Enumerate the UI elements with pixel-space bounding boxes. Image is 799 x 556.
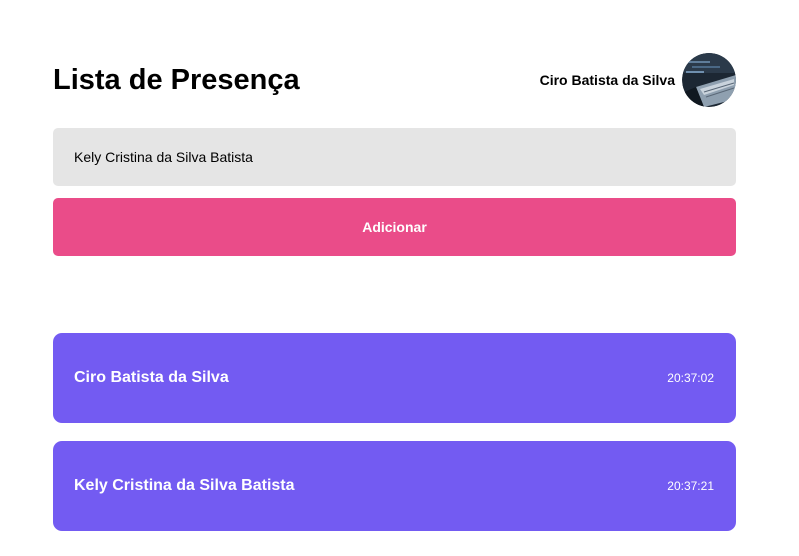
attendance-page: Lista de Presença Ciro Batista da Silva <box>0 0 799 556</box>
user-name: Ciro Batista da Silva <box>539 72 675 88</box>
header: Lista de Presença Ciro Batista da Silva <box>53 52 736 108</box>
attendee-card: Kely Cristina da Silva Batista 20:37:21 <box>53 441 736 531</box>
attendee-time: 20:37:02 <box>667 371 714 385</box>
add-button[interactable]: Adicionar <box>53 198 736 256</box>
attendee-card: Ciro Batista da Silva 20:37:02 <box>53 333 736 423</box>
page-title: Lista de Presença <box>53 63 300 96</box>
avatar[interactable] <box>682 53 736 107</box>
name-input[interactable] <box>53 128 736 186</box>
attendee-name: Ciro Batista da Silva <box>74 369 229 386</box>
attendee-time: 20:37:21 <box>667 479 714 493</box>
user-profile: Ciro Batista da Silva <box>540 53 736 107</box>
attendee-name: Kely Cristina da Silva Batista <box>74 477 295 494</box>
